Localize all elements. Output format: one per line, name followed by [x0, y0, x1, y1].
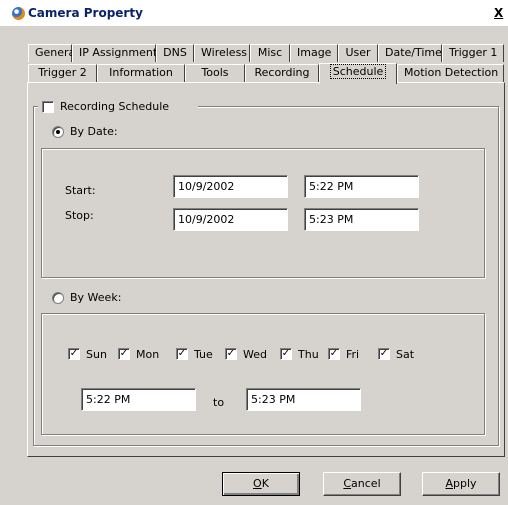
button-mnemonic: A: [445, 477, 453, 490]
day-checkbox-sun[interactable]: ✓: [68, 348, 80, 360]
day-checkbox-thu[interactable]: ✓: [280, 348, 292, 360]
tab-label: Schedule: [329, 64, 387, 79]
button-mnemonic: O: [253, 477, 262, 490]
button-mnemonic: C: [343, 477, 352, 490]
start-date-field[interactable]: 10/9/2002: [173, 175, 288, 198]
day-checkbox-tue[interactable]: ✓: [176, 348, 188, 360]
ok-button[interactable]: OK: [222, 472, 300, 496]
day-label-wed: Wed: [243, 348, 267, 361]
to-label: to: [213, 396, 225, 409]
apply-button[interactable]: Apply: [422, 472, 500, 496]
tab-label: Date/Time: [385, 46, 442, 59]
tab-label: DNS: [163, 46, 187, 59]
button-text: pply: [453, 477, 477, 490]
by-date-radio[interactable]: [52, 126, 64, 138]
tab-ip-assignment[interactable]: IP Assignment: [72, 44, 158, 62]
day-checkbox-sat[interactable]: ✓: [378, 348, 390, 360]
tab-label: User: [345, 46, 371, 59]
tab-recording[interactable]: Recording: [245, 64, 319, 82]
by-week-group: [41, 313, 485, 435]
tab-misc[interactable]: Misc: [250, 44, 290, 62]
start-time-field[interactable]: 5:22 PM: [304, 175, 419, 198]
day-label-sat: Sat: [396, 348, 415, 361]
day-label-thu: Thu: [298, 348, 319, 361]
recording-schedule-checkbox[interactable]: [42, 101, 54, 113]
tab-image[interactable]: Image: [290, 44, 338, 62]
tab-label: Information: [109, 66, 173, 79]
day-checkbox-fri[interactable]: ✓: [328, 348, 340, 360]
tab-label: Motion Detection: [404, 66, 499, 79]
tab-user[interactable]: User: [338, 44, 378, 62]
start-label: Start:: [65, 184, 96, 197]
title-bar[interactable]: Camera Property X: [0, 0, 508, 26]
tab-wireless[interactable]: Wireless: [194, 44, 250, 62]
day-label-fri: Fri: [346, 348, 360, 361]
tab-trigger-1[interactable]: Trigger 1: [442, 44, 504, 62]
stop-date-field[interactable]: 10/9/2002: [173, 208, 288, 231]
by-date-label: By Date:: [70, 125, 118, 138]
radio-selected-dot: [56, 130, 60, 134]
day-label-sun: Sun: [86, 348, 107, 361]
button-text: K: [261, 477, 269, 490]
by-week-radio[interactable]: [52, 292, 64, 304]
tab-information[interactable]: Information: [97, 64, 185, 82]
tab-label: Recording: [254, 66, 310, 79]
tab-dns[interactable]: DNS: [156, 44, 194, 62]
tab-label: Wireless: [201, 46, 248, 59]
recording-schedule-label: Recording Schedule: [60, 100, 170, 113]
tab-label: Trigger 2: [38, 66, 87, 79]
stop-time-field[interactable]: 5:23 PM: [304, 208, 419, 231]
tab-label: Misc: [257, 46, 283, 59]
tab-date-time[interactable]: Date/Time: [378, 44, 442, 62]
day-checkbox-wed[interactable]: ✓: [225, 348, 237, 360]
day-label-tue: Tue: [194, 348, 213, 361]
stop-label: Stop:: [65, 209, 94, 222]
tab-motion-detection[interactable]: Motion Detection: [397, 64, 504, 82]
tab-label: Trigger 1: [449, 46, 498, 59]
tab-label: Tools: [201, 66, 229, 79]
tab-trigger-2[interactable]: Trigger 2: [28, 64, 97, 82]
by-week-label: By Week:: [70, 291, 122, 304]
tab-general[interactable]: General: [28, 44, 78, 62]
camera-app-icon: [12, 7, 25, 20]
day-checkbox-mon[interactable]: ✓: [118, 348, 130, 360]
tab-tools[interactable]: Tools: [185, 64, 245, 82]
tab-schedule[interactable]: Schedule: [319, 63, 397, 84]
tab-label: Image: [297, 46, 332, 59]
cancel-button[interactable]: Cancel: [323, 472, 401, 496]
tab-label: IP Assignment: [79, 46, 158, 59]
button-text: ancel: [351, 477, 381, 490]
close-icon[interactable]: X: [494, 6, 508, 20]
window-title: Camera Property: [28, 6, 143, 20]
day-label-mon: Mon: [136, 348, 160, 361]
camera-property-dialog: Camera Property X General IP Assignment …: [0, 0, 508, 505]
week-to-time-field[interactable]: 5:23 PM: [246, 388, 361, 411]
week-from-time-field[interactable]: 5:22 PM: [81, 388, 196, 411]
